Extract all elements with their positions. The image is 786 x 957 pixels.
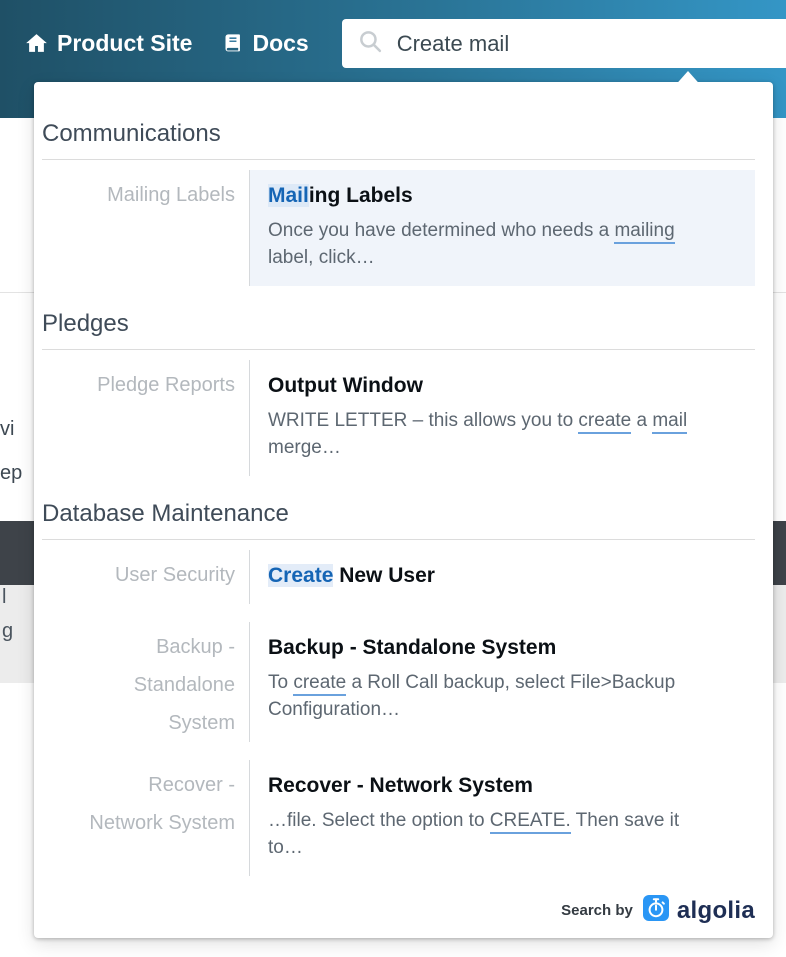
search-box (342, 19, 786, 68)
search-input[interactable] (397, 31, 786, 57)
nav-link-product-site[interactable]: Product Site (25, 19, 192, 68)
background-text-fragment: g (2, 620, 13, 643)
background-text-fragment: l (2, 586, 6, 609)
snippet-text: a Roll Call backup, select File>Backup (346, 672, 675, 693)
title-text: Recover - Network System (268, 774, 533, 797)
title-text: New User (333, 564, 435, 587)
search-results-section: Pledges Pledge Reports Output Window WRITE … (38, 310, 755, 476)
result-category-label: User Security (38, 550, 249, 604)
section-title: Database Maintenance (42, 500, 755, 528)
underlined-term: mail (652, 410, 687, 434)
section-divider (42, 539, 755, 540)
background-text-fragment: ep (0, 462, 22, 485)
result-category-label: Pledge Reports (38, 360, 249, 476)
search-results-section: Database Maintenance User Security Create … (38, 500, 755, 876)
result-row: Backup - Standalone SystemBackup - Stand… (38, 622, 755, 742)
result-snippet: Once you have determined who needs a mai… (268, 217, 735, 271)
result-category-label: Mailing Labels (38, 170, 249, 286)
snippet-text: to… (268, 837, 303, 858)
section-divider (42, 349, 755, 350)
snippet-text: label, click… (268, 247, 375, 268)
result-title: Backup - Standalone System (268, 635, 735, 661)
section-divider (42, 159, 755, 160)
home-icon (25, 32, 48, 55)
snippet-text: a (631, 410, 652, 431)
search-icon (358, 29, 397, 59)
result-row: Pledge Reports Output Window WRITE LETTER … (38, 360, 755, 476)
algolia-attribution-link[interactable]: Search by algolia (561, 895, 755, 926)
nav-link-label: Product Site (57, 30, 192, 57)
dropdown-caret (672, 71, 704, 89)
result-snippet: WRITE LETTER – this allows you to create… (268, 407, 735, 461)
background-text-fragment: vi (0, 418, 14, 441)
title-text: Output Window (268, 374, 423, 397)
result-title: Mailing Labels (268, 183, 735, 209)
title-text: Backup - Standalone System (268, 636, 556, 659)
result-snippet: To create a Roll Call backup, select Fil… (268, 669, 735, 723)
nav-link-docs[interactable]: Docs (222, 19, 308, 68)
result-title: Output Window (268, 373, 735, 399)
snippet-text: To (268, 672, 293, 693)
section-title: Pledges (42, 310, 755, 338)
result-category-label: Backup - Standalone System (38, 622, 249, 742)
query-highlight: Create (268, 564, 333, 587)
snippet-text: WRITE LETTER – this allows you to (268, 410, 578, 431)
search-by-label: Search by (561, 902, 633, 919)
query-highlight: Mail (268, 184, 309, 207)
search-results-section: CommunicationsMailing LabelsMailing Labe… (38, 120, 755, 286)
result-item[interactable]: Recover - Network System …file. Select th… (249, 760, 755, 876)
underlined-term: mailing (614, 220, 674, 244)
underlined-term: create (578, 410, 631, 434)
result-row: Mailing LabelsMailing LabelsOnce you hav… (38, 170, 755, 286)
snippet-text: Once you have determined who needs a (268, 220, 614, 241)
book-icon (222, 33, 243, 54)
result-title: Create New User (268, 563, 735, 589)
result-item[interactable]: Backup - Standalone System To create a Ro… (249, 622, 755, 742)
nav-link-label: Docs (252, 30, 308, 57)
results-sections: CommunicationsMailing LabelsMailing Labe… (38, 120, 755, 876)
result-item[interactable]: Create New User (249, 550, 755, 604)
snippet-text: Then save it (571, 810, 679, 831)
result-row: Recover - Network SystemRecover - Networ… (38, 760, 755, 876)
result-item[interactable]: Output Window WRITE LETTER – this allows … (249, 360, 755, 476)
title-text: ing Labels (309, 184, 413, 207)
result-title: Recover - Network System (268, 773, 735, 799)
result-snippet: …file. Select the option to CREATE. Then… (268, 807, 735, 861)
section-title: Communications (42, 120, 755, 148)
underlined-term: CREATE. (490, 810, 571, 834)
search-results-dropdown: CommunicationsMailing LabelsMailing Labe… (34, 82, 773, 938)
algolia-logo-icon (643, 895, 669, 926)
algolia-brand-text: algolia (677, 897, 755, 925)
result-item[interactable]: Mailing Labels Once you have determined w… (249, 170, 755, 286)
result-row: User Security Create New User (38, 550, 755, 604)
snippet-text: merge… (268, 437, 341, 458)
underlined-term: create (293, 672, 346, 696)
snippet-text: …file. Select the option to (268, 810, 490, 831)
result-category-label: Recover - Network System (38, 760, 249, 876)
snippet-text: Configuration… (268, 699, 400, 720)
